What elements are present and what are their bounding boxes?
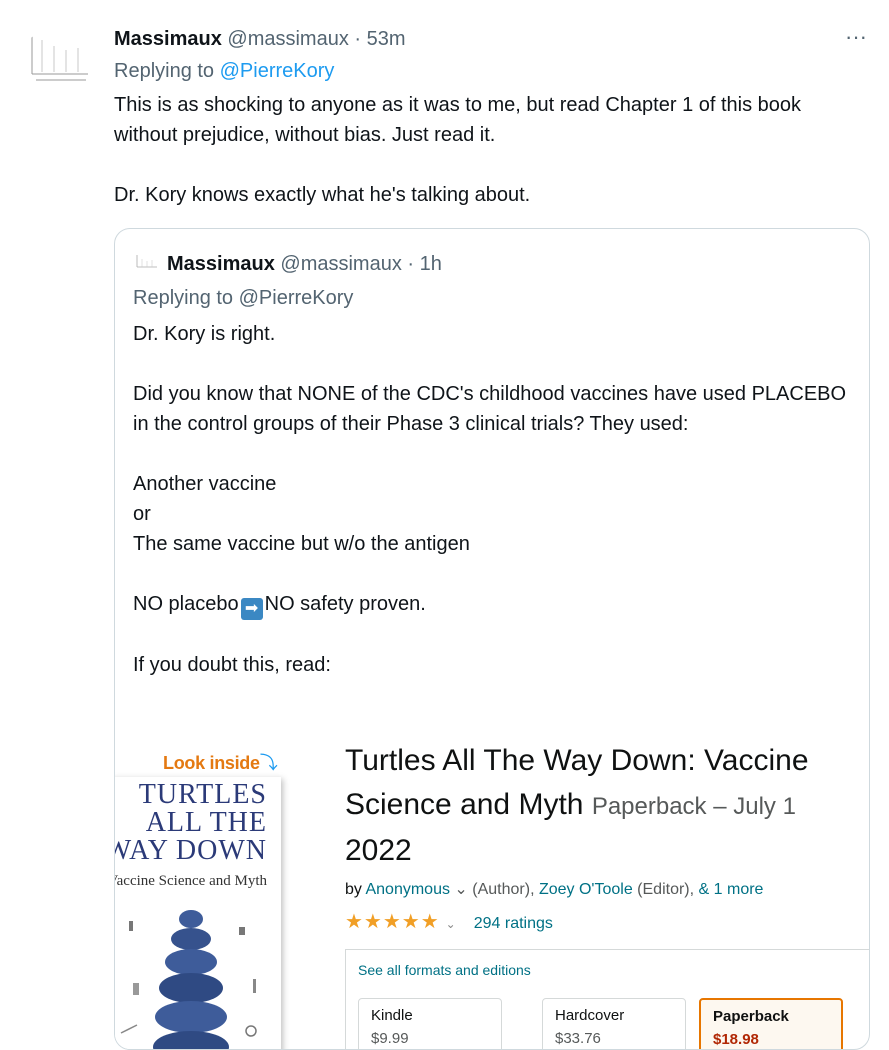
tweet-paragraph-2: Dr. Kory knows exactly what he's talking… xyxy=(114,184,531,206)
quote-author-name: Massimaux xyxy=(167,253,275,275)
by-prefix: by xyxy=(345,881,366,898)
quote-tweet-card[interactable]: Massimaux @massimaux · 1h Replying to @P… xyxy=(114,228,870,1050)
quote-author-handle: @massimaux xyxy=(280,253,402,275)
quote-replying-to: Replying to @PierreKory xyxy=(133,287,354,309)
tweet-paragraph-1: This is as shocking to anyone as it was … xyxy=(114,94,802,146)
mention-link[interactable]: @PierreKory xyxy=(220,60,335,82)
ratings-count-link[interactable]: 294 ratings xyxy=(474,915,553,932)
quote-line: Did you know that NONE of the CDC's chil… xyxy=(133,383,847,435)
look-inside-text: Look inside xyxy=(163,753,260,773)
format-name: Hardcover xyxy=(555,1007,625,1024)
product-title[interactable]: Turtles All The Way Down: Vaccine Scienc… xyxy=(345,739,869,873)
quote-text: Dr. Kory is right. Did you know that NON… xyxy=(133,319,853,680)
quote-timestamp: 1h xyxy=(419,253,442,275)
format-option-paperback[interactable]: Paperback $18.98 xyxy=(699,998,843,1049)
quote-avatar xyxy=(136,255,157,268)
more-contributors-link[interactable]: & 1 more xyxy=(699,881,764,898)
tweet-timestamp[interactable]: 53m xyxy=(367,28,406,50)
format-name: Paperback xyxy=(713,1008,789,1025)
more-options-icon[interactable]: ··· xyxy=(838,26,874,52)
product-year: 2022 xyxy=(345,834,412,867)
rating-row: ★★★★★ ⌄ 294 ratings xyxy=(345,909,553,934)
book-cover: TURTLES ALL THE WAY DOWN Vaccine Science… xyxy=(114,777,281,1049)
header-separator: · xyxy=(354,28,362,50)
chevron-down-icon[interactable]: ⌄ xyxy=(446,917,456,931)
format-name: Kindle xyxy=(371,1007,413,1024)
quote-separator: · xyxy=(407,253,415,275)
tweet-header: Massimaux @massimaux · 53m xyxy=(114,26,406,52)
curved-arrow-icon: ⤵ xyxy=(259,753,278,773)
author-role: (Author), xyxy=(472,881,539,898)
avatar[interactable] xyxy=(22,26,94,98)
format-price: $18.98 xyxy=(713,1031,759,1048)
author-name[interactable]: Massimaux xyxy=(114,28,222,50)
editor-role: (Editor), xyxy=(632,881,699,898)
replying-to: Replying to @PierreKory xyxy=(114,58,334,84)
format-option-kindle[interactable]: Kindle $9.99 xyxy=(358,998,502,1049)
product-edition: Paperback – July 1 xyxy=(591,793,796,820)
cover-subtitle: Vaccine Science and Myth xyxy=(114,873,267,889)
star-rating-icon[interactable]: ★★★★★ xyxy=(345,911,440,933)
quote-line: Another vaccine xyxy=(133,473,277,495)
right-arrow-icon: ➡ xyxy=(240,598,263,620)
author-handle[interactable]: @massimaux xyxy=(227,28,348,50)
format-option-hardcover[interactable]: Hardcover $33.76 xyxy=(542,998,686,1049)
replying-to-label: Replying to xyxy=(114,60,220,82)
quote-line: Dr. Kory is right. xyxy=(133,323,276,345)
see-all-formats-link[interactable]: See all formats and editions xyxy=(358,962,531,978)
formats-box: See all formats and editions Kindle $9.9… xyxy=(345,949,869,1049)
byline: by Anonymous ⌄ (Author), Zoey O'Toole (E… xyxy=(345,879,763,899)
format-price: $33.76 xyxy=(555,1030,601,1047)
format-price: $9.99 xyxy=(371,1030,409,1047)
cover-title-line: WAY DOWN xyxy=(114,835,267,866)
tweet-text: This is as shocking to anyone as it was … xyxy=(114,90,854,210)
author-link[interactable]: Anonymous xyxy=(365,881,450,898)
chevron-down-icon[interactable]: ⌄ xyxy=(454,881,467,898)
quote-header: Massimaux @massimaux · 1h xyxy=(133,249,442,277)
quote-line: If you doubt this, read: xyxy=(133,654,331,676)
turtle-stack-illustration xyxy=(120,910,257,1049)
quote-line: or xyxy=(133,503,151,525)
quote-line: NO placebo ➡ NO safety proven. xyxy=(133,589,853,620)
avatar-chart-thumbnail xyxy=(31,34,88,81)
look-inside-label: Look inside⤵ xyxy=(163,749,278,775)
editor-link[interactable]: Zoey O'Toole xyxy=(539,881,633,898)
quote-line: The same vaccine but w/o the antigen xyxy=(133,533,470,555)
amazon-product-image[interactable]: Look inside⤵ TURTLES ALL THE WAY DOWN Va… xyxy=(115,739,869,1049)
quote-line-part: NO placebo xyxy=(133,593,239,615)
quote-line-part: NO safety proven. xyxy=(264,593,426,615)
